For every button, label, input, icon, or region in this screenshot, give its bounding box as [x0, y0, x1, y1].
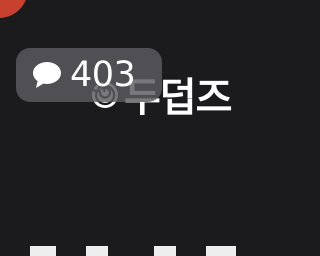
text-fragment [154, 246, 176, 256]
speech-bubble-icon [33, 62, 61, 88]
avatar[interactable] [0, 0, 28, 18]
text-fragment [206, 246, 236, 256]
comment-count: 403 [70, 55, 136, 95]
comment-count-badge[interactable]: 403 [16, 48, 162, 102]
text-fragment [86, 246, 108, 256]
next-post-title-partial [0, 238, 256, 256]
screen: 두덥즈 403 [0, 0, 256, 256]
text-fragment [30, 246, 56, 256]
